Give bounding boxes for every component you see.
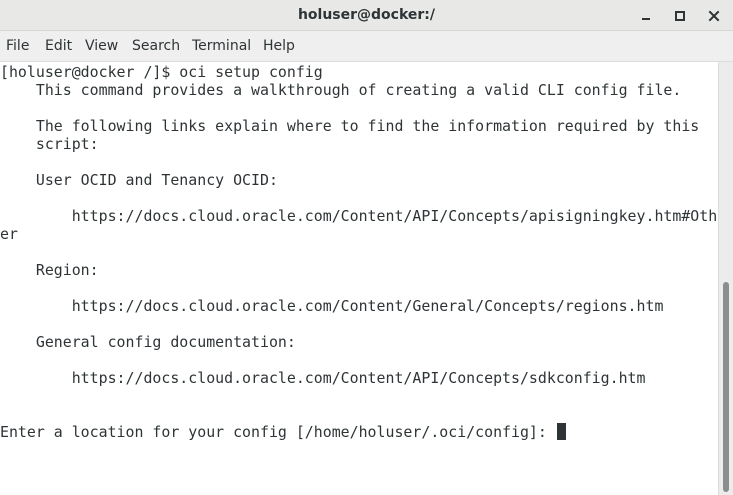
menu-file[interactable]: File [6,31,29,62]
terminal-line: The following links explain where to fin… [0,117,700,135]
terminal-line: er [0,225,18,243]
text-cursor [557,423,566,440]
terminal-line: https://docs.cloud.oracle.com/Content/AP… [0,369,646,387]
menu-view[interactable]: View [85,31,118,62]
window-title: holuser@docker:/ [297,7,436,23]
menu-bar: File Edit View Search Terminal Help [0,31,733,62]
scrollbar[interactable] [718,62,733,495]
terminal-line: General config documentation: [0,333,296,351]
terminal-line: This command provides a walkthrough of c… [0,81,682,99]
minimize-icon [642,18,650,20]
terminal-line: Region: [0,261,99,279]
terminal-line: script: [0,135,99,153]
menu-help[interactable]: Help [263,31,295,62]
scrollbar-thumb[interactable] [723,282,729,492]
terminal-line: [holuser@docker /]$ oci setup config [0,63,323,81]
close-icon [708,10,720,22]
menu-search[interactable]: Search [132,31,180,62]
menu-edit[interactable]: Edit [45,31,72,62]
maximize-button[interactable] [671,7,689,25]
close-button[interactable] [705,7,723,25]
terminal-window: holuser@docker:/ File Edit View Search T… [0,0,733,495]
minimize-button[interactable] [637,7,655,25]
terminal-output[interactable]: [holuser@docker /]$ oci setup config Thi… [0,62,718,495]
terminal-line: User OCID and Tenancy OCID: [0,171,278,189]
menu-terminal[interactable]: Terminal [192,31,251,62]
title-bar[interactable]: holuser@docker:/ [0,0,733,31]
maximize-icon [675,11,685,21]
terminal-line: https://docs.cloud.oracle.com/Content/Ge… [0,297,664,315]
terminal-prompt-line: Enter a location for your config [/home/… [0,423,556,441]
terminal-line: https://docs.cloud.oracle.com/Content/AP… [0,207,718,225]
